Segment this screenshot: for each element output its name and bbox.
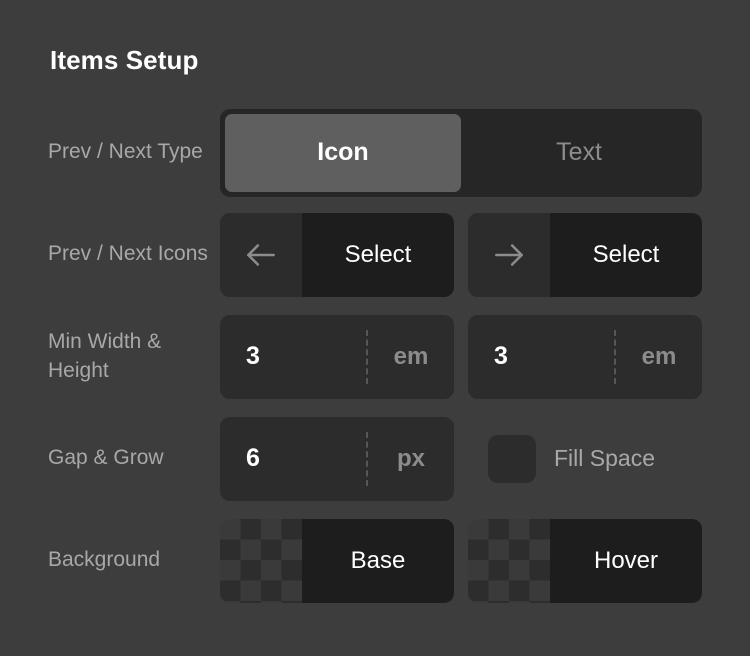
arrow-left-icon[interactable] <box>220 212 302 297</box>
prev-icon-picker[interactable]: Select <box>220 212 454 297</box>
next-icon-select-button[interactable]: Select <box>550 212 702 297</box>
segment-text[interactable]: Text <box>461 114 697 192</box>
prev-next-type-segmented-control[interactable]: Icon Text <box>220 108 702 197</box>
row-gap-grow: Gap & Grow 6 px Fill Space <box>48 415 702 503</box>
row-label-min-width-height: Min Width & Height <box>48 330 162 382</box>
segment-icon[interactable]: Icon <box>225 113 461 192</box>
background-hover-swatch[interactable]: Hover <box>468 518 702 603</box>
row-background: Background Base Hover <box>48 517 702 605</box>
row-label-gap-grow: Gap & Grow <box>48 446 164 470</box>
row-prev-next-type: Prev / Next Type Icon Text <box>48 108 702 197</box>
gap-field[interactable]: 6 px <box>220 416 454 501</box>
items-setup-panel: Items Setup Prev / Next Type Icon Text P… <box>0 0 750 656</box>
transparency-checkerboard-icon <box>468 518 550 603</box>
row-prev-next-icons: Prev / Next Icons Select Select <box>48 211 702 299</box>
gap-input[interactable]: 6 <box>220 444 366 473</box>
background-base-swatch[interactable]: Base <box>220 518 454 603</box>
next-icon-picker[interactable]: Select <box>468 212 702 297</box>
row-controls-prev-next-icons: Select Select <box>220 212 702 297</box>
row-min-width-height: Min Width & Height 3 em 3 em <box>48 313 702 401</box>
fill-space-group[interactable]: Fill Space <box>488 434 655 483</box>
row-label-background: Background <box>48 548 161 572</box>
min-width-input[interactable]: 3 <box>220 342 366 371</box>
row-controls-gap-grow: 6 px Fill Space <box>220 416 702 501</box>
gap-unit[interactable]: px <box>368 445 454 473</box>
row-controls-min-width-height: 3 em 3 em <box>220 314 702 399</box>
row-label-prev-next-icons: Prev / Next Icons <box>48 242 208 266</box>
prev-icon-select-button[interactable]: Select <box>302 212 454 297</box>
row-controls-background: Base Hover <box>220 518 702 603</box>
background-base-button[interactable]: Base <box>302 518 454 603</box>
min-width-field[interactable]: 3 em <box>220 314 454 399</box>
settings-rows: Prev / Next Type Icon Text Prev / Next I… <box>48 108 702 605</box>
fill-space-checkbox[interactable] <box>488 434 536 483</box>
min-width-unit[interactable]: em <box>368 343 454 371</box>
fill-space-label: Fill Space <box>554 445 655 472</box>
background-hover-button[interactable]: Hover <box>550 518 702 603</box>
min-height-unit[interactable]: em <box>616 343 702 371</box>
min-height-input[interactable]: 3 <box>468 342 614 371</box>
row-label-prev-next-type: Prev / Next Type <box>48 140 203 164</box>
transparency-checkerboard-icon <box>220 518 302 603</box>
row-controls-prev-next-type: Icon Text <box>220 108 702 197</box>
page-title: Items Setup <box>50 45 199 75</box>
min-height-field[interactable]: 3 em <box>468 314 702 399</box>
arrow-right-icon[interactable] <box>468 212 550 297</box>
